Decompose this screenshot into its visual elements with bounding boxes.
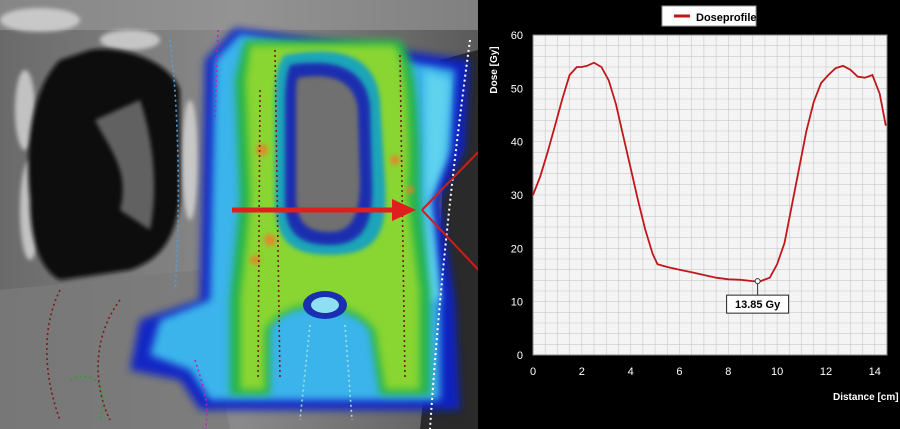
- lung-region: [28, 49, 181, 281]
- dose-profile-chart: Doseprofile 0 10 20 30 40 50 60 0 2 4 6 8 10 12 14 Do…: [478, 0, 900, 429]
- legend-label: Doseprofile: [696, 12, 757, 24]
- y-tick-label: 20: [511, 243, 523, 255]
- x-tick-label: 0: [530, 366, 536, 378]
- y-tick-label: 50: [511, 83, 523, 95]
- annotation-marker: [754, 278, 761, 285]
- ct-dose-map: [0, 0, 478, 429]
- x-tick-label: 12: [820, 366, 832, 378]
- chart-svg: Doseprofile 0 10 20 30 40 50 60 0 2 4 6 8 10 12 14 Do…: [489, 5, 899, 403]
- x-tick-label: 6: [676, 366, 682, 378]
- y-tick-label: 10: [511, 297, 523, 309]
- x-tick-label: 2: [579, 366, 585, 378]
- annotation-label: 13.85 Gy: [735, 299, 781, 311]
- y-axis-ticks: 0 10 20 30 40 50 60: [511, 30, 523, 362]
- x-tick-label: 8: [725, 366, 731, 378]
- x-axis-ticks: 0 2 4 6 8 10 12 14: [530, 366, 881, 378]
- x-tick-label: 10: [771, 366, 783, 378]
- x-tick-label: 4: [628, 366, 634, 378]
- y-tick-label: 0: [517, 350, 523, 362]
- y-tick-label: 40: [511, 137, 523, 149]
- x-tick-label: 14: [869, 366, 881, 378]
- y-tick-label: 60: [511, 30, 523, 42]
- x-axis-label: Distance [cm]: [833, 392, 899, 403]
- y-axis-label: Dose [Gy]: [489, 46, 500, 93]
- ct-dose-image: [0, 0, 478, 429]
- y-tick-label: 30: [511, 190, 523, 202]
- chart-legend: Doseprofile: [661, 5, 757, 27]
